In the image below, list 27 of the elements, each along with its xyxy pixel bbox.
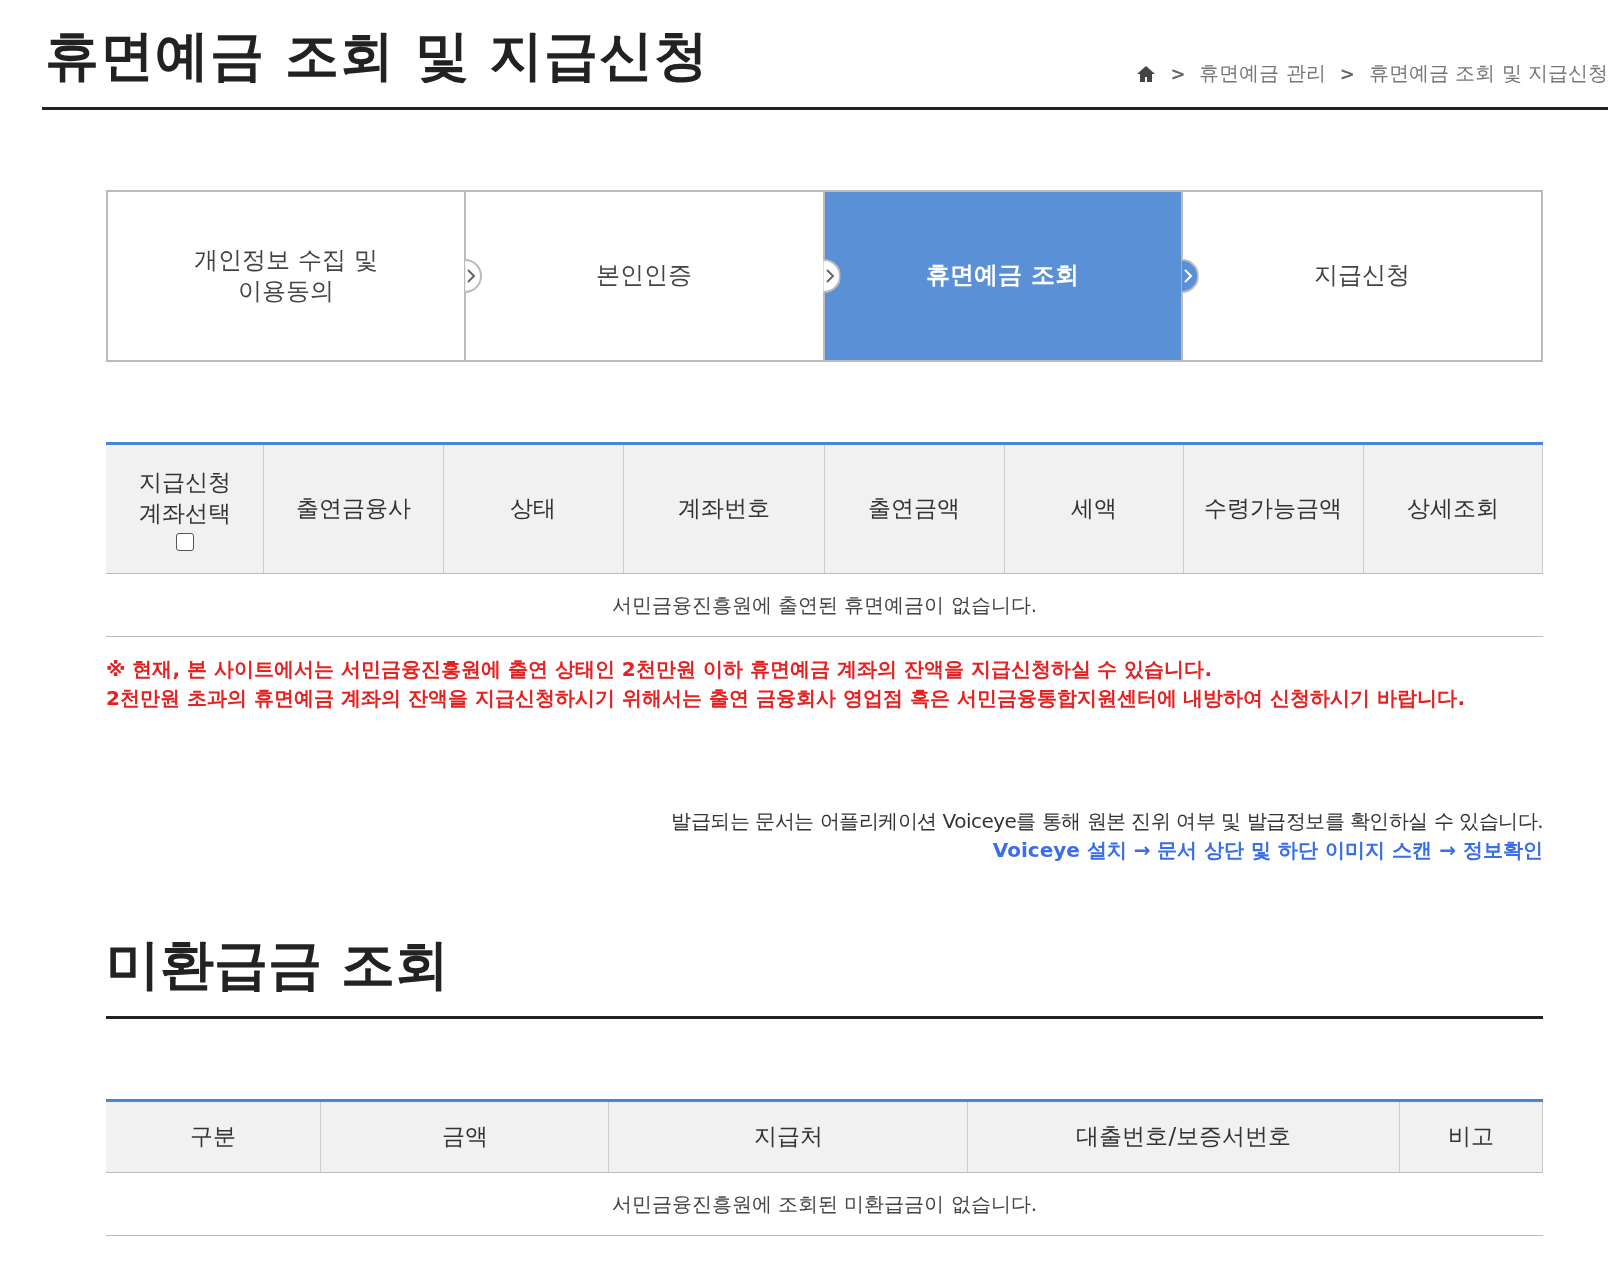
column-header: 출연금액: [824, 445, 1005, 574]
notice-text: 2천만원 초과의 휴면예금 계좌의 잔액을 지급신청하시기 위해서는 출연 금융회사 영업점 혹은 서민금융통합지원센터에 내방하여 신청하시기 바랍니다.: [106, 685, 1466, 712]
column-header: 지급처: [609, 1102, 969, 1173]
column-header: 수령가능금액: [1183, 445, 1364, 574]
column-header: 상태: [443, 445, 624, 574]
column-header: 상세조회: [1363, 445, 1543, 574]
page-title: 휴면예금 조회 및 지급신청: [45, 23, 710, 89]
column-header: 대출번호/보증서번호: [968, 1102, 1401, 1173]
voiceye-info-text: 발급되는 문서는 어플리케이션 Voiceye를 통해 원본 진위 여부 및 발급정보를 확인하실 수 있습니다.: [670, 808, 1543, 835]
breadcrumb-separator: >: [1170, 63, 1186, 84]
column-header: 계좌번호: [623, 445, 825, 574]
select-all-checkbox[interactable]: [175, 533, 194, 552]
breadcrumb-link[interactable]: 휴면예금 관리: [1199, 60, 1326, 87]
column-header: 지급신청 계좌선택: [106, 445, 265, 574]
voiceye-guide-text: Voiceye 설치 → 문서 상단 및 하단 이미지 스캔 → 정보확인: [991, 837, 1543, 864]
empty-message: 서민금융진흥원에 조회된 미환급금이 없습니다.: [106, 1173, 1543, 1236]
home-icon[interactable]: [1136, 64, 1157, 83]
column-header: 금액: [321, 1102, 610, 1173]
breadcrumb-separator: >: [1339, 63, 1355, 84]
section-title: 미환급금 조회: [106, 929, 1543, 1019]
breadcrumb-link[interactable]: 휴면예금 조회 및 지급신청: [1368, 60, 1608, 87]
column-header: 구분: [106, 1102, 322, 1173]
column-header: 출연금융사: [264, 445, 444, 574]
notice-text: ※ 현재, 본 사이트에서는 서민금융진흥원에 출연 상태인 2천만원 이하 휴면예금 계좌의 잔액을 지급신청하실 수 있습니다.: [106, 656, 1214, 683]
column-header: 세액: [1004, 445, 1184, 574]
column-header: 비고: [1400, 1102, 1543, 1173]
empty-message: 서민금융진흥원에 출연된 휴면예금이 없습니다.: [106, 574, 1543, 637]
